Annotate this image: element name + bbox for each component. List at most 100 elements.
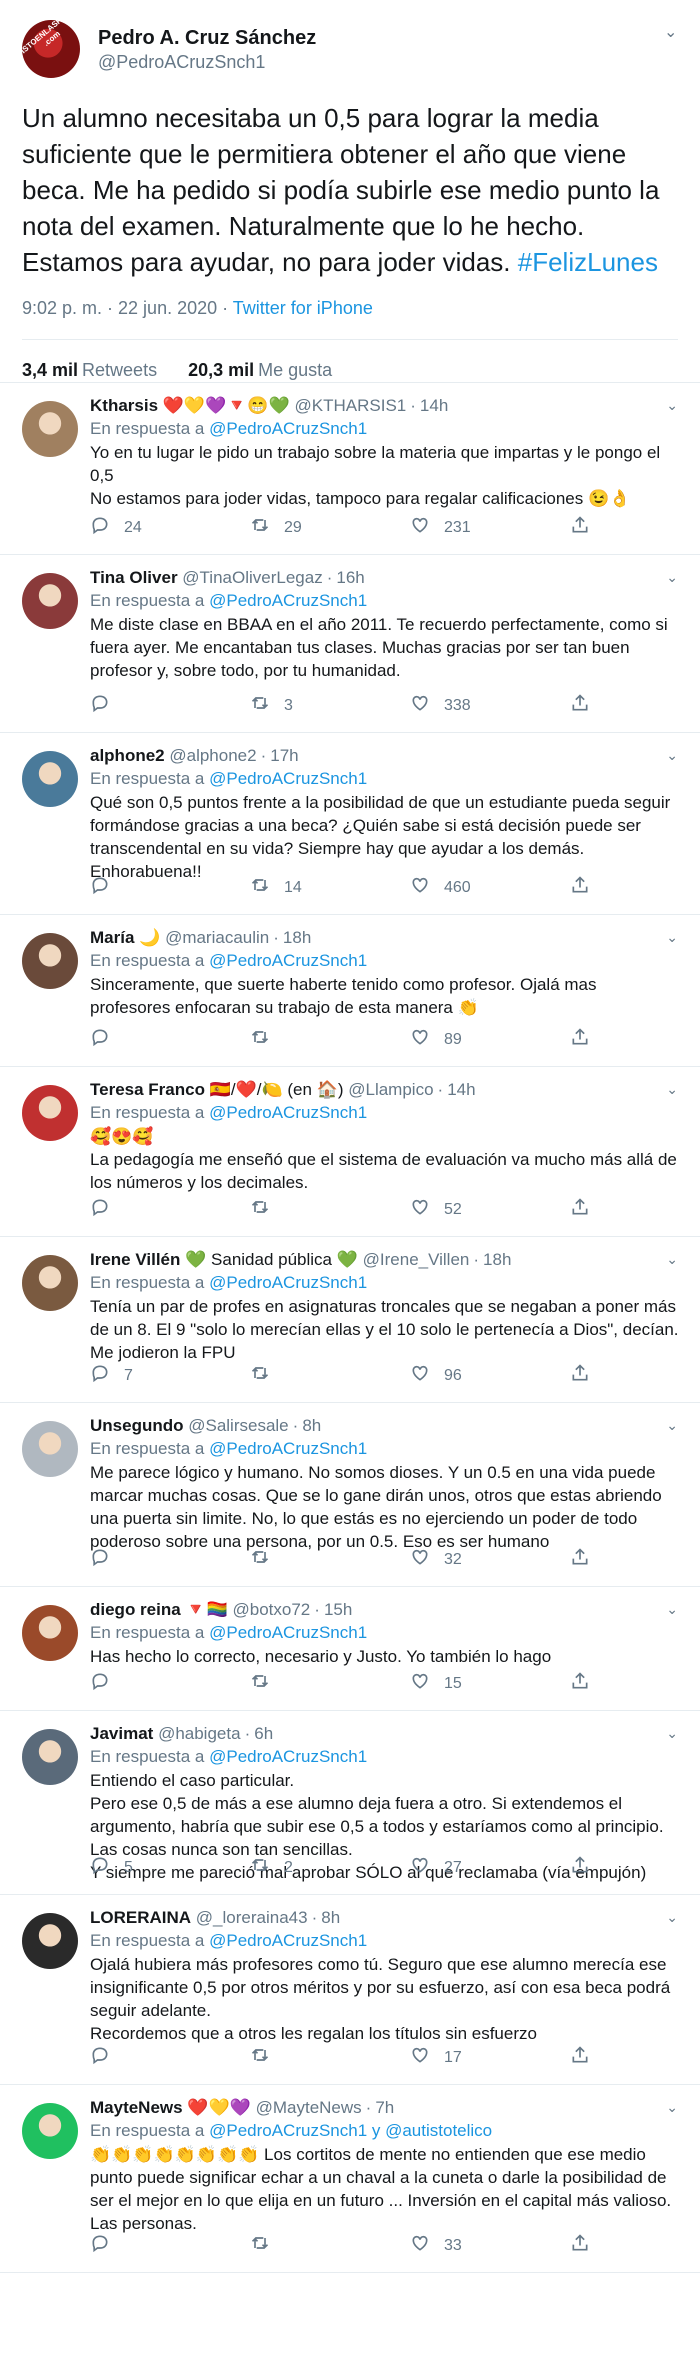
share-button[interactable] (570, 1855, 610, 1880)
retweet-button[interactable] (250, 1547, 410, 1572)
mention-link[interactable]: @PedroACruzSnch1 (209, 1747, 367, 1766)
reply-author-name[interactable]: Ktharsis (90, 396, 158, 415)
reply-tweet[interactable]: ⌄ alphone2 @alphone2 · 17h En respuesta a … (0, 733, 700, 915)
author-handle[interactable]: @PedroACruzSnch1 (98, 51, 316, 73)
reply-tweet[interactable]: ⌄ Javimat @habigeta · 6h En respuesta a @P… (0, 1711, 700, 1895)
share-button[interactable] (570, 1363, 610, 1388)
reply-author-name[interactable]: Unsegundo (90, 1416, 184, 1435)
chevron-down-icon[interactable]: ⌄ (666, 1725, 678, 1742)
reply-button[interactable] (90, 1547, 250, 1572)
share-button[interactable] (570, 2045, 610, 2070)
share-button[interactable] (570, 1547, 610, 1572)
chevron-down-icon[interactable]: ⌄ (664, 22, 678, 41)
reply-author-handle[interactable]: @habigeta · 6h (158, 1724, 273, 1743)
share-button[interactable] (570, 515, 610, 540)
retweet-button[interactable] (250, 2233, 410, 2258)
share-button[interactable] (570, 1197, 610, 1222)
like-button[interactable]: 33 (410, 2233, 570, 2258)
like-button[interactable]: 338 (410, 693, 570, 718)
avatar[interactable] (22, 751, 78, 807)
reply-author-name[interactable]: alphone2 (90, 746, 165, 765)
reply-author-handle[interactable]: @_loreraina43 · 8h (196, 1908, 340, 1927)
retweet-button[interactable] (250, 1671, 410, 1696)
reply-author-handle[interactable]: @Irene_Villen · 18h (363, 1250, 512, 1269)
reply-tweet[interactable]: ⌄ Ktharsis ❤️💛💜🔻😁💚 @KTHARSIS1 · 14h En res… (0, 383, 700, 555)
like-button[interactable]: 96 (410, 1363, 570, 1388)
like-button[interactable]: 17 (410, 2045, 570, 2070)
mention-link[interactable]: @PedroACruzSnch1 (209, 1439, 367, 1458)
reply-button[interactable]: 7 (90, 1363, 250, 1388)
chevron-down-icon[interactable]: ⌄ (666, 747, 678, 764)
avatar[interactable] (22, 1729, 78, 1785)
avatar[interactable] (22, 2103, 78, 2159)
reply-author-name[interactable]: MayteNews (90, 2098, 183, 2117)
mention-link[interactable]: @PedroACruzSnch1 (209, 419, 367, 438)
reply-author-name[interactable]: Teresa Franco (90, 1080, 205, 1099)
avatar[interactable] (22, 1421, 78, 1477)
hashtag-link[interactable]: #FelizLunes (518, 247, 658, 277)
reply-button[interactable] (90, 693, 250, 718)
like-button[interactable]: 52 (410, 1197, 570, 1222)
reply-author-name[interactable]: diego reina (90, 1600, 181, 1619)
share-button[interactable] (570, 875, 610, 900)
avatar[interactable] (22, 933, 78, 989)
retweet-button[interactable] (250, 2045, 410, 2070)
like-button[interactable]: 460 (410, 875, 570, 900)
mention-link[interactable]: @PedroACruzSnch1 (209, 591, 367, 610)
chevron-down-icon[interactable]: ⌄ (666, 569, 678, 586)
reply-button[interactable] (90, 1671, 250, 1696)
reply-author-handle[interactable]: @alphone2 · 17h (169, 746, 298, 765)
retweet-button[interactable]: 3 (250, 693, 410, 718)
chevron-down-icon[interactable]: ⌄ (666, 1417, 678, 1434)
reply-button[interactable] (90, 2233, 250, 2258)
author-name[interactable]: Pedro A. Cruz Sánchez (98, 25, 316, 51)
mention-link[interactable]: @PedroACruzSnch1 (209, 951, 367, 970)
share-button[interactable] (570, 693, 610, 718)
reply-author-name[interactable]: Tina Oliver (90, 568, 178, 587)
chevron-down-icon[interactable]: ⌄ (666, 2099, 678, 2116)
like-button[interactable]: 32 (410, 1547, 570, 1572)
mention-link[interactable]: @PedroACruzSnch1 (209, 1103, 367, 1122)
reply-author-handle[interactable]: @TinaOliverLegaz · 16h (182, 568, 364, 587)
mention-link[interactable]: @PedroACruzSnch1 (209, 769, 367, 788)
chevron-down-icon[interactable]: ⌄ (666, 1601, 678, 1618)
reply-button[interactable]: 24 (90, 515, 250, 540)
mention-link[interactable]: @PedroACruzSnch1 (209, 1273, 367, 1292)
reply-tweet[interactable]: ⌄ Tina Oliver @TinaOliverLegaz · 16h En re… (0, 555, 700, 733)
mention-link[interactable]: @PedroACruzSnch1 y @autistotelico (209, 2121, 492, 2140)
reply-tweet[interactable]: ⌄ diego reina 🔻🏳️‍🌈 @botxo72 · 15h En resp… (0, 1587, 700, 1711)
reply-tweet[interactable]: ⌄ LORERAINA @_loreraina43 · 8h En respuest… (0, 1895, 700, 2085)
mention-link[interactable]: @PedroACruzSnch1 (209, 1931, 367, 1950)
reply-author-handle[interactable]: @mariacaulin · 18h (165, 928, 311, 947)
avatar[interactable] (22, 573, 78, 629)
share-button[interactable] (570, 1027, 610, 1052)
reply-button[interactable] (90, 875, 250, 900)
retweet-button[interactable]: 2 (250, 1855, 410, 1880)
retweet-button[interactable] (250, 1363, 410, 1388)
retweet-button[interactable]: 14 (250, 875, 410, 900)
chevron-down-icon[interactable]: ⌄ (666, 397, 678, 414)
retweet-button[interactable] (250, 1197, 410, 1222)
likes-stat[interactable]: 20,3 mil Me gusta (188, 360, 332, 380)
reply-author-name[interactable]: LORERAINA (90, 1908, 191, 1927)
reply-button[interactable] (90, 1027, 250, 1052)
reply-author-handle[interactable]: @Llampico · 14h (348, 1080, 475, 1099)
like-button[interactable]: 15 (410, 1671, 570, 1696)
reply-tweet[interactable]: ⌄ MayteNews ❤️💛💜 @MayteNews · 7h En respue… (0, 2085, 700, 2273)
reply-tweet[interactable]: ⌄ Unsegundo @Salirsesale · 8h En respuesta… (0, 1403, 700, 1587)
reply-author-name[interactable]: María (90, 928, 134, 947)
avatar[interactable] (22, 1913, 78, 1969)
reply-button[interactable]: 5 (90, 1855, 250, 1880)
reply-author-name[interactable]: Irene Villén (90, 1250, 180, 1269)
avatar[interactable] (22, 1605, 78, 1661)
share-button[interactable] (570, 1671, 610, 1696)
retweet-button[interactable]: 29 (250, 515, 410, 540)
reply-button[interactable] (90, 1197, 250, 1222)
avatar[interactable] (22, 401, 78, 457)
reply-author-name[interactable]: Javimat (90, 1724, 153, 1743)
mention-link[interactable]: @PedroACruzSnch1 (209, 1623, 367, 1642)
share-button[interactable] (570, 2233, 610, 2258)
reply-button[interactable] (90, 2045, 250, 2070)
tweet-time[interactable]: 9:02 p. m. · 22 jun. 2020 · (22, 298, 233, 318)
reply-tweet[interactable]: ⌄ María 🌙 @mariacaulin · 18h En respuesta … (0, 915, 700, 1067)
